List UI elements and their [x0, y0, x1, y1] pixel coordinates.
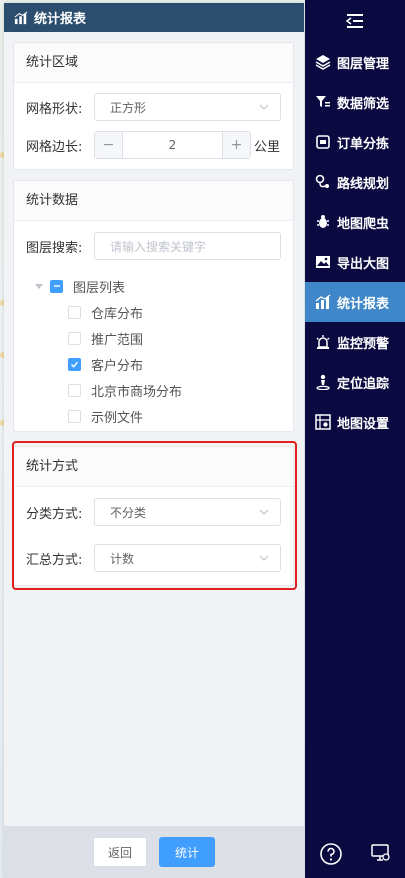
nav-item-label: 统计报表: [337, 296, 390, 312]
panel-footer: 返回 统计: [4, 826, 304, 878]
stats-data-card: 统计数据 图层搜索: 请输入搜索关键字 图层列表 仓库分布 推广范围 客户分布 …: [13, 180, 294, 432]
tree-node[interactable]: 北京市商场分布: [14, 377, 293, 403]
menu-collapse-button[interactable]: [305, 0, 405, 42]
chart-icon: [315, 294, 331, 310]
panel-header: 统计报表: [4, 3, 304, 32]
nav-item-label: 图层管理: [337, 56, 390, 72]
back-button[interactable]: 返回: [93, 837, 147, 867]
side-label: 网格边长:: [26, 139, 83, 155]
order-icon: [315, 134, 331, 150]
shape-label: 网格形状:: [26, 101, 83, 117]
panel-title: 统计报表: [34, 12, 87, 27]
side-row: 网格边长: − 2 + 公里: [14, 131, 293, 159]
tree-node-label: 推广范围: [91, 332, 144, 348]
map-settings-icon: [315, 414, 331, 430]
tree-node-label: 仓库分布: [91, 306, 144, 322]
region-card: 统计区域 网格形状: 正方形 网格边长: − 2 + 公里: [13, 42, 294, 170]
stats-report-panel: 统计报表 统计区域 网格形状: 正方形 网格边长: − 2 + 公里 统计数据 …: [4, 3, 304, 878]
nav-item-tracking[interactable]: 定位追踪: [305, 362, 405, 402]
tree-root-label: 图层列表: [73, 280, 126, 296]
person-location-icon: [315, 374, 331, 390]
right-nav: 图层管理 数据筛选 订单分拣 路线规划 地图爬虫 导出大图 统计报表 监控预警 …: [305, 0, 405, 878]
side-value[interactable]: 2: [123, 138, 222, 152]
side-unit: 公里: [254, 139, 281, 155]
search-placeholder: 请输入搜索关键字: [110, 239, 207, 254]
summary-label: 汇总方式:: [26, 552, 83, 568]
region-title: 统计区域: [14, 43, 293, 83]
tree-node[interactable]: 示例文件: [14, 403, 293, 429]
method-card: 统计方式 分类方式: 不分类 汇总方式: 计数: [13, 446, 294, 586]
alarm-icon: [315, 334, 331, 350]
nav-item-label: 订单分拣: [337, 136, 390, 152]
filter-icon: [315, 94, 331, 110]
nav-item-alarm[interactable]: 监控预警: [305, 322, 405, 362]
nav-item-label: 数据筛选: [337, 96, 390, 112]
nav-item-order[interactable]: 订单分拣: [305, 122, 405, 162]
tree-root[interactable]: 图层列表: [14, 273, 293, 299]
nav-item-map-settings[interactable]: 地图设置: [305, 402, 405, 442]
shape-row: 网格形状: 正方形: [14, 93, 293, 121]
menu-collapse-icon[interactable]: [345, 12, 365, 30]
chevron-down-icon: [259, 555, 269, 561]
monitor-settings-icon[interactable]: [370, 842, 392, 870]
layers-icon: [315, 54, 331, 70]
tree-node-label: 示例文件: [91, 410, 144, 426]
node-checkbox[interactable]: [68, 383, 81, 397]
node-checkbox[interactable]: [68, 409, 81, 423]
node-checkbox[interactable]: [68, 331, 81, 345]
nav-item-filter[interactable]: 数据筛选: [305, 82, 405, 122]
help-icon[interactable]: [319, 842, 343, 870]
tree-node[interactable]: 推广范围: [14, 325, 293, 351]
summary-select[interactable]: 计数: [94, 544, 281, 572]
nav-item-export[interactable]: 导出大图: [305, 242, 405, 282]
route-icon: [315, 174, 331, 190]
increment-button[interactable]: +: [222, 132, 250, 158]
caret-down-icon[interactable]: [34, 281, 44, 291]
classify-value: 不分类: [110, 505, 147, 520]
side-stepper[interactable]: − 2 +: [94, 131, 251, 159]
search-label: 图层搜索:: [26, 240, 83, 256]
tree-node[interactable]: 仓库分布: [14, 299, 293, 325]
chevron-down-icon: [259, 104, 269, 110]
tree-node-label: 客户分布: [91, 358, 144, 374]
search-row: 图层搜索: 请输入搜索关键字: [14, 232, 293, 260]
classify-select[interactable]: 不分类: [94, 498, 281, 526]
classify-row: 分类方式: 不分类: [14, 498, 293, 526]
nav-item-label: 地图爬虫: [337, 216, 390, 232]
nav-item-layers[interactable]: 图层管理: [305, 42, 405, 82]
method-title: 统计方式: [14, 447, 293, 487]
tree-node[interactable]: 客户分布: [14, 351, 293, 377]
nav-item-label: 地图设置: [337, 416, 390, 432]
root-checkbox[interactable]: [50, 279, 63, 293]
stats-data-title: 统计数据: [14, 181, 293, 221]
classify-label: 分类方式:: [26, 506, 83, 522]
chart-icon: [14, 10, 28, 25]
nav-item-route[interactable]: 路线规划: [305, 162, 405, 202]
node-checkbox[interactable]: [68, 305, 81, 319]
nav-item-label: 导出大图: [337, 256, 390, 272]
node-checkbox-checked[interactable]: [68, 357, 81, 371]
shape-value: 正方形: [110, 100, 147, 115]
summary-value: 计数: [110, 551, 135, 566]
layer-search-input[interactable]: 请输入搜索关键字: [94, 232, 281, 260]
bug-icon: [315, 214, 331, 230]
nav-item-stats[interactable]: 统计报表: [305, 282, 405, 322]
chevron-down-icon: [259, 509, 269, 515]
nav-item-crawler[interactable]: 地图爬虫: [305, 202, 405, 242]
image-export-icon: [315, 254, 331, 270]
decrement-button[interactable]: −: [95, 132, 123, 158]
shape-select[interactable]: 正方形: [94, 93, 281, 121]
nav-item-label: 监控预警: [337, 336, 390, 352]
layer-tree: 图层列表 仓库分布 推广范围 客户分布 北京市商场分布 示例文件: [14, 273, 293, 429]
nav-item-label: 定位追踪: [337, 376, 390, 392]
tree-node-label: 北京市商场分布: [91, 384, 183, 400]
submit-stats-button[interactable]: 统计: [159, 837, 215, 867]
nav-bottom: [305, 842, 405, 870]
nav-item-label: 路线规划: [337, 176, 390, 192]
summary-row: 汇总方式: 计数: [14, 544, 293, 572]
